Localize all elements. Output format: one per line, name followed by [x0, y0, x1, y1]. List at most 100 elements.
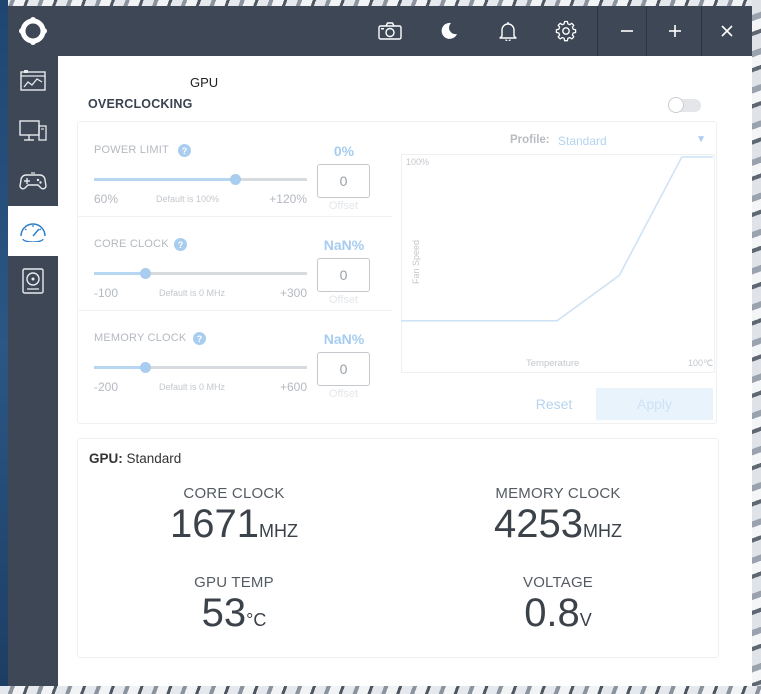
- core-clock-row: CORE CLOCK ? -100 Default is 0 MHz +300 …: [78, 216, 392, 311]
- fan-curve-chart[interactable]: 100% Fan Speed Temperature 100℃: [401, 154, 715, 374]
- sidebar-item-storage[interactable]: [8, 256, 58, 306]
- page-title: GPU: [190, 75, 219, 90]
- sidebar-item-gaming[interactable]: [8, 156, 58, 206]
- stat-value: 0.8: [524, 591, 580, 635]
- monitor-icon: [19, 120, 47, 141]
- stat-unit: MHZ: [258, 521, 298, 541]
- sidebar-item-overclocking[interactable]: [8, 206, 58, 256]
- y-top-tick-label: 100%: [406, 157, 429, 167]
- fan-curve-point[interactable]: [401, 319, 403, 323]
- reset-button[interactable]: Reset: [523, 388, 585, 420]
- stat-title: MEMORY CLOCK: [495, 485, 621, 502]
- memory-clock-row: MEMORY CLOCK ? -200 Default is 0 MHz +60…: [78, 310, 392, 404]
- stat-value: 1671: [170, 502, 259, 546]
- camera-icon: [378, 22, 402, 40]
- notifications-button[interactable]: [479, 6, 537, 56]
- sidebar: [8, 56, 58, 686]
- slider-fill: [94, 178, 235, 181]
- stat-value: 4253: [494, 502, 583, 546]
- screenshot-button[interactable]: [361, 6, 419, 56]
- minus-icon: [621, 30, 633, 32]
- fan-curve-point[interactable]: [617, 273, 621, 277]
- stat-title: GPU TEMP: [194, 574, 274, 591]
- chevron-down-icon: ▼: [696, 134, 706, 145]
- core-clock-label: CORE CLOCK: [94, 238, 169, 250]
- memory-clock-input[interactable]: [317, 352, 370, 386]
- offset-label: Offset: [328, 200, 359, 212]
- app-logo-icon: [19, 17, 47, 45]
- profile-select[interactable]: Standard ▼: [556, 132, 706, 150]
- default-note: Default is 100%: [156, 194, 220, 204]
- x-end-tick-label: 100℃: [688, 358, 713, 368]
- speedometer-icon: [20, 223, 46, 242]
- gear-icon: [555, 20, 577, 42]
- default-note: Default is 0 MHz: [159, 382, 226, 392]
- slider-min-label: -200: [94, 380, 119, 394]
- title-bar: [8, 6, 752, 56]
- gpu-temp-stat: GPU TEMP 53°C: [94, 574, 374, 635]
- maximize-button[interactable]: [646, 6, 704, 56]
- sidebar-item-display[interactable]: [8, 106, 58, 156]
- stat-unit: °C: [246, 610, 267, 630]
- main-content: GPU OVERCLOCKING POWER LIMIT ? 60% Defau…: [58, 56, 752, 686]
- percent-value: NaN%: [323, 237, 365, 253]
- moon-icon: [441, 22, 457, 39]
- disk-icon: [22, 268, 44, 294]
- app-window: GPU OVERCLOCKING POWER LIMIT ? 60% Defau…: [8, 6, 752, 686]
- core-clock-slider[interactable]: [94, 268, 307, 279]
- stat-value: 53: [201, 591, 247, 635]
- toggle-knob: [668, 97, 684, 113]
- x-axis-label: Temperature: [526, 358, 579, 369]
- plus-icon: [669, 25, 681, 37]
- voltage-stat: VOLTAGE 0.8V: [418, 574, 698, 635]
- slider-thumb[interactable]: [140, 362, 152, 373]
- night-mode-button[interactable]: [420, 6, 478, 56]
- close-button[interactable]: [702, 6, 752, 56]
- fan-curve-point[interactable]: [555, 319, 559, 323]
- help-icon[interactable]: ?: [193, 332, 206, 345]
- slider-min-label: -100: [94, 286, 119, 300]
- slider-max-label: +600: [279, 380, 307, 394]
- slider-min-label: 60%: [94, 192, 119, 206]
- fan-curve-point[interactable]: [680, 155, 684, 159]
- fan-curve-line[interactable]: [401, 156, 713, 322]
- stat-unit: V: [579, 610, 592, 630]
- offset-label: Offset: [328, 388, 359, 400]
- bell-icon: [499, 22, 517, 41]
- percent-value: NaN%: [323, 331, 365, 347]
- gamepad-icon: [19, 172, 47, 190]
- apply-button[interactable]: Apply: [596, 388, 713, 420]
- settings-button[interactable]: [537, 6, 595, 56]
- slider-thumb[interactable]: [229, 174, 241, 185]
- help-icon[interactable]: ?: [178, 144, 191, 157]
- percent-value: 0%: [333, 143, 355, 159]
- core-clock-input[interactable]: [317, 258, 370, 292]
- overclocking-panel: POWER LIMIT ? 60% Default is 100% +120% …: [77, 121, 717, 424]
- dashboard-icon: [20, 70, 46, 91]
- stat-title: CORE CLOCK: [183, 485, 285, 502]
- fan-curve-point[interactable]: [711, 155, 715, 159]
- gpu-stats-panel: GPU: Standard CORE CLOCK 1671MHZ MEMORY …: [77, 438, 719, 658]
- slider-fill: [94, 272, 146, 275]
- stat-unit: MHZ: [582, 521, 622, 541]
- help-icon[interactable]: ?: [174, 238, 187, 251]
- gpu-profile-heading: GPU: Standard: [89, 451, 181, 466]
- power-limit-input[interactable]: [317, 164, 370, 198]
- slider-thumb[interactable]: [140, 268, 152, 279]
- slider-max-label: +120%: [269, 192, 307, 206]
- overclocking-toggle[interactable]: [668, 97, 701, 113]
- slider-fill: [94, 366, 146, 369]
- stat-title: VOLTAGE: [522, 574, 594, 591]
- profile-value: Standard: [558, 134, 607, 148]
- power-limit-slider[interactable]: [94, 174, 307, 185]
- offset-label: Offset: [328, 294, 359, 306]
- sidebar-item-dashboard[interactable]: [8, 56, 58, 106]
- section-title: OVERCLOCKING: [88, 97, 193, 111]
- profile-label: Profile:: [510, 134, 550, 146]
- gpu-profile-name: Standard: [126, 451, 182, 466]
- slider-max-label: +300: [279, 286, 307, 300]
- y-axis-label: Fan Speed: [411, 240, 421, 284]
- memory-clock-slider[interactable]: [94, 362, 307, 373]
- default-note: Default is 0 MHz: [159, 288, 226, 298]
- memory-clock-label: MEMORY CLOCK: [94, 332, 187, 344]
